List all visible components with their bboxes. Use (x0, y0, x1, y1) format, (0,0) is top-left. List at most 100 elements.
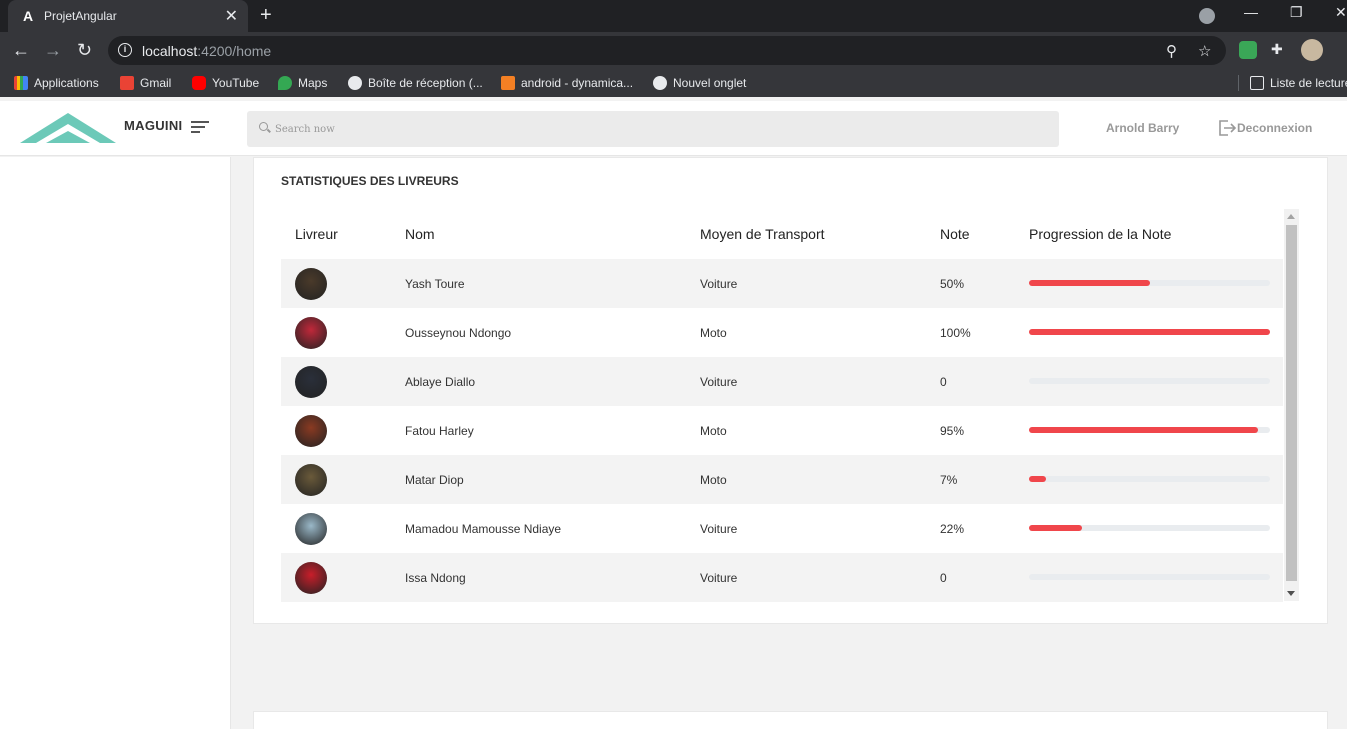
bookmark-android[interactable]: android - dynamica... (501, 76, 633, 90)
col-header-progression: Progression de la Note (1029, 226, 1172, 242)
bookmark-new-tab[interactable]: Nouvel onglet (653, 76, 746, 90)
bookmark-gmail[interactable]: Gmail (120, 76, 171, 90)
avatar (295, 562, 327, 594)
livreur-name: Ablaye Diallo (405, 375, 476, 389)
livreur-name: Mamadou Mamousse Ndiaye (405, 522, 562, 536)
transport-mode: Moto (700, 326, 727, 340)
progress-bar (1029, 525, 1270, 531)
bookmark-youtube[interactable]: YouTube (192, 76, 259, 90)
col-header-livreur: Livreur (295, 226, 338, 242)
avatar (295, 464, 327, 496)
card-title: STATISTIQUES DES LIVREURS (281, 174, 459, 188)
progress-bar (1029, 476, 1270, 482)
col-header-transport: Moyen de Transport (700, 226, 825, 242)
note-value: 7% (940, 473, 958, 487)
bookmarks-bar: Applications Gmail YouTube Maps Boîte de… (0, 69, 1347, 97)
progress-bar (1029, 378, 1270, 384)
puzzle-extensions-icon[interactable]: ✚ (1271, 41, 1289, 59)
avatar (295, 317, 327, 349)
table-row: Mamadou Mamousse Ndiaye Voiture 22% (281, 504, 1283, 553)
browser-tab-bar: A ProjetAngular ✕ + — ❐ ✕ (0, 0, 1347, 32)
transport-mode: Voiture (700, 277, 738, 291)
minimize-icon[interactable]: — (1244, 4, 1258, 20)
note-value: 50% (940, 277, 965, 291)
table-row: Yash Toure Voiture 50% (281, 259, 1283, 308)
youtube-icon (192, 76, 206, 90)
more-menu-icon[interactable]: ⋮ (1339, 40, 1347, 60)
new-tab-button[interactable]: + (260, 4, 272, 27)
tab-close-icon[interactable]: ✕ (225, 6, 238, 26)
progress-bar (1029, 280, 1270, 286)
livreur-name: Fatou Harley (405, 424, 474, 438)
tab-search-icon[interactable] (1199, 8, 1215, 24)
scroll-down-icon[interactable] (1287, 591, 1295, 596)
note-value: 0 (940, 571, 947, 585)
transport-mode: Moto (700, 473, 727, 487)
browser-tab[interactable]: A ProjetAngular ✕ (8, 0, 248, 32)
secondary-card (253, 711, 1328, 729)
restore-icon[interactable]: ❐ (1290, 4, 1303, 21)
search-input[interactable] (275, 119, 1035, 139)
reading-list[interactable]: Liste de lecture (1250, 76, 1347, 90)
note-value: 100% (940, 326, 971, 340)
transport-mode: Voiture (700, 375, 738, 389)
apps-grid-icon (14, 76, 28, 90)
livreur-name: Matar Diop (405, 473, 464, 487)
table-header: Livreur Nom Moyen de Transport Note Prog… (281, 210, 1283, 258)
table-body: Yash Toure Voiture 50% Ousseynou Ndongo Moto… (281, 259, 1283, 602)
search-bar (247, 111, 1059, 147)
bookmark-maps[interactable]: Maps (278, 76, 327, 90)
avatar (295, 366, 327, 398)
profile-avatar[interactable] (1301, 39, 1323, 61)
logout-button[interactable]: Deconnexion (1217, 118, 1312, 138)
table-row: Issa Ndong Voiture 0 (281, 553, 1283, 602)
stats-card: STATISTIQUES DES LIVREURS Livreur Nom Mo… (253, 157, 1328, 624)
transport-mode: Voiture (700, 522, 738, 536)
sidebar-toggle-icon[interactable] (191, 121, 209, 136)
note-value: 95% (940, 424, 965, 438)
gmail-icon (120, 76, 134, 90)
bookmark-inbox[interactable]: Boîte de réception (... (348, 76, 483, 90)
address-bar[interactable]: i localhost:4200/home ⚲ ☆ (108, 36, 1226, 65)
window-close-icon[interactable]: ✕ (1335, 4, 1347, 21)
note-value: 22% (940, 522, 965, 536)
brand-name: MAGUINI (124, 118, 183, 133)
avatar (295, 513, 327, 545)
avatar (295, 415, 327, 447)
maps-pin-icon (278, 76, 292, 90)
zoom-icon[interactable]: ⚲ (1166, 42, 1177, 60)
transport-mode: Voiture (700, 571, 738, 585)
extension-icon[interactable] (1239, 41, 1257, 59)
app-header: MAGUINI Arnold Barry Deconnexion (0, 101, 1347, 156)
search-icon (259, 122, 268, 131)
reload-icon[interactable]: ↻ (77, 40, 92, 60)
angular-favicon-icon: A (22, 8, 34, 24)
col-header-nom: Nom (405, 226, 435, 242)
site-info-icon[interactable]: i (118, 43, 132, 57)
globe-icon (653, 76, 667, 90)
note-value: 0 (940, 375, 947, 389)
bookmark-applications[interactable]: Applications (14, 76, 99, 90)
livreur-name: Ousseynou Ndongo (405, 326, 512, 340)
scroll-thumb[interactable] (1286, 225, 1297, 581)
bookmark-star-icon[interactable]: ☆ (1198, 42, 1211, 60)
back-icon[interactable]: ← (12, 40, 30, 60)
transport-mode: Moto (700, 424, 727, 438)
table-scrollbar[interactable] (1284, 209, 1299, 601)
maguini-logo[interactable] (18, 111, 118, 145)
logout-icon (1219, 120, 1237, 136)
table-row: Ousseynou Ndongo Moto 100% (281, 308, 1283, 357)
user-name[interactable]: Arnold Barry (1106, 121, 1179, 135)
globe-icon (348, 76, 362, 90)
progress-bar (1029, 574, 1270, 580)
progress-fill (1029, 329, 1270, 335)
progress-fill (1029, 476, 1046, 482)
livreur-name: Yash Toure (405, 277, 465, 291)
bookmarks-divider (1238, 75, 1239, 91)
forward-icon[interactable]: → (44, 40, 62, 60)
scroll-up-icon[interactable] (1287, 214, 1295, 219)
progress-bar (1029, 427, 1270, 433)
stackoverflow-icon (501, 76, 515, 90)
col-header-note: Note (940, 226, 970, 242)
progress-bar (1029, 329, 1270, 335)
